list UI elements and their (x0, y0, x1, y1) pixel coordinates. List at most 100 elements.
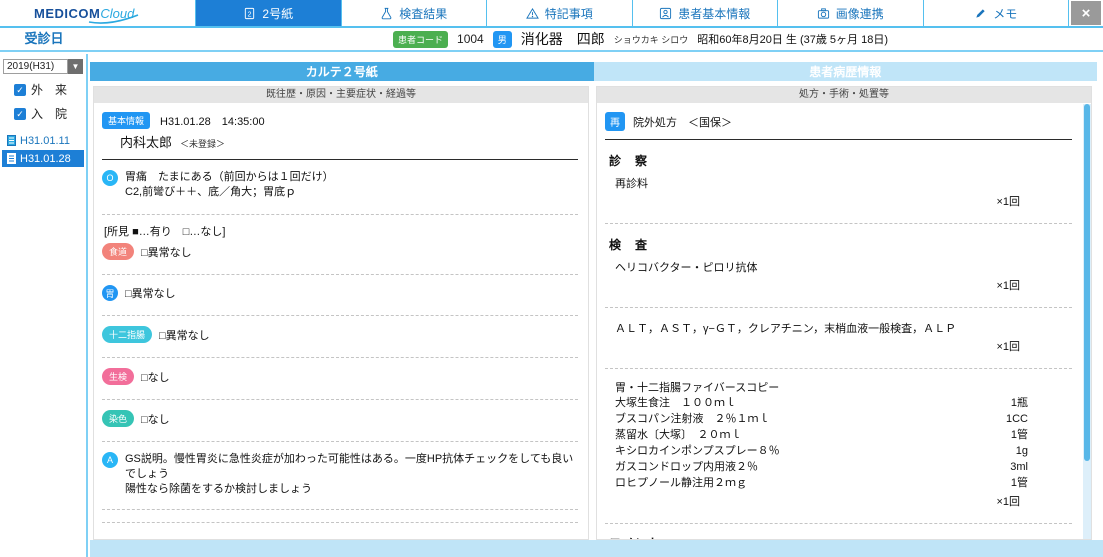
visit-date-sidebar: 2019(H31) ▼ ✓ 外 来 ✓ 入 院 H31.01.11 H31.01… (0, 54, 88, 557)
objective-line2: C2,前彎び＋＋、底／角大；胃底ｐ (125, 186, 297, 198)
finding-text: □異常なし (159, 329, 210, 342)
basic-info-entry: 基本情報 H31.01.28 14:35:00 内科太郎 ＜未登録＞ (102, 112, 578, 151)
exam-item: 再診料 (615, 178, 648, 190)
entry-datetime: H31.01.28 14:35:00 (160, 115, 265, 128)
stomach-badge: 胃 (102, 285, 118, 301)
right-column-header: 処方・手術・処置等 (597, 87, 1091, 103)
tab-label: 2号紙 (262, 6, 294, 21)
patient-birthdate: 昭和60年8月20日 生 (37歳 5ヶ月 18日) (697, 34, 888, 46)
medication-row: キシロカインポンプスプレー８％ 1g (615, 444, 1072, 459)
finding-text: □異常なし (141, 246, 192, 259)
divider (605, 523, 1072, 524)
logo-swoosh (88, 14, 139, 24)
times-count: ×1回 (996, 496, 1020, 508)
medication-qty: 3ml (1010, 461, 1028, 473)
outpatient-label: 外 来 (31, 83, 68, 97)
vertical-scrollbar[interactable] (1083, 104, 1091, 539)
objective-badge: O (102, 170, 118, 186)
date-label: H31.01.11 (20, 134, 70, 147)
medication-name: 蒸留水〔大塚〕 ２０ｍｌ (615, 429, 742, 441)
divider (102, 522, 578, 523)
finding-row-duodenum: 十二指腸 □異常なし (102, 326, 578, 343)
history-symptoms-panel: 既往歴・原因・主要症状・経過等 基本情報 H31.01.28 14:35:00 … (93, 86, 589, 540)
tab-patient-history[interactable]: 患者病歴情報 (593, 62, 1097, 81)
divider (605, 223, 1072, 224)
inpatient-label: 入 院 (31, 107, 68, 121)
basic-info-badge: 基本情報 (102, 112, 151, 129)
tab-memo[interactable]: メモ (923, 0, 1069, 26)
medication-row: ガスコンドロップ内用液２％ 3ml (615, 460, 1072, 475)
tab-test-results[interactable]: 検査結果 (341, 0, 487, 26)
divider (102, 357, 578, 358)
tab-image-link[interactable]: 画像連携 (778, 0, 924, 26)
medication-qty: 1瓶 (1010, 397, 1028, 409)
main-content: カルテ２号紙 患者病歴情報 既往歴・原因・主要症状・経過等 基本情報 H31.0… (90, 54, 1103, 557)
doctor-note: ＜未登録＞ (180, 139, 226, 149)
warning-icon (525, 7, 539, 19)
esophagus-badge: 食道 (102, 243, 135, 260)
top-navigation: MEDICOM Cloud 2 2号紙 検査結果 特記事項 患者基本情報 画像連… (0, 0, 1103, 28)
medication-name: ガスコンドロップ内用液２％ (615, 461, 758, 473)
right-panel-body: 再 院外処方 ＜国保＞ 診 察 再診料 ×1回 検 査 ヘリコバクター・ピロリ抗… (597, 104, 1082, 539)
chart-page-icon (7, 153, 16, 164)
divider (102, 159, 578, 160)
chart-page-icon (7, 135, 16, 146)
finding-text: □異常なし (125, 288, 176, 300)
section-comment: コメント (609, 534, 1072, 539)
duodenum-badge: 十二指腸 (102, 326, 153, 343)
medication-qty: 1管 (1010, 429, 1028, 441)
patient-flag-badge: 男 (492, 30, 512, 48)
scrollbar-thumb[interactable] (1084, 104, 1090, 461)
times-count: ×1回 (996, 196, 1020, 208)
visit-date-list: H31.01.11 H31.01.28 (0, 132, 86, 167)
camera-icon (817, 7, 829, 19)
medication-qty: 1CC (1005, 413, 1028, 425)
medication-row: 蒸留水〔大塚〕 ２０ｍｌ 1管 (615, 428, 1072, 443)
assessment-entry: A GS説明。慢性胃炎に急性炎症が加わった可能性はある。一度HP抗体チェックをし… (102, 452, 578, 497)
divider (102, 315, 578, 316)
doctor-name: 内科太郎 (120, 135, 173, 150)
bottom-strip (90, 540, 1103, 557)
times-count: ×1回 (996, 341, 1020, 353)
revisit-badge: 再 (605, 112, 625, 131)
medication-name: キシロカインポンプスプレー８％ (615, 445, 780, 457)
tab-no2-sheet[interactable]: 2 2号紙 (196, 0, 342, 26)
medication-name: ロヒプノール静注用２ｍｇ (615, 477, 747, 489)
svg-text:2: 2 (248, 11, 252, 18)
chart-panel-tabs: カルテ２号紙 患者病歴情報 (90, 62, 1097, 81)
patient-name: 消化器 四郎 (520, 31, 605, 47)
medicom-cloud-app: MEDICOM Cloud 2 2号紙 検査結果 特記事項 患者基本情報 画像連… (0, 0, 1103, 557)
medication-row: ブスコパン注射液 ２％１ｍｌ 1CC (615, 412, 1072, 427)
stain-badge: 染色 (102, 410, 135, 427)
inpatient-checkbox[interactable]: ✓ 入 院 (14, 105, 86, 122)
tab-special-notes[interactable]: 特記事項 (487, 0, 633, 26)
finding-row-esophagus: 食道 □異常なし (102, 243, 578, 260)
outpatient-checkbox[interactable]: ✓ 外 来 (14, 81, 86, 98)
finding-row-stain: 染色 □なし (102, 410, 578, 427)
patient-code-badge: 患者コード (393, 30, 449, 48)
header-row: 受診日 患者コード 1004 男 消化器 四郎 ショウカキ シロウ 昭和60年8… (0, 28, 1103, 52)
patient-kana: ショウカキ シロウ (613, 34, 689, 45)
divider (102, 441, 578, 442)
date-item[interactable]: H31.01.11 (2, 132, 84, 149)
tab-patient-info[interactable]: 患者基本情報 (632, 0, 778, 26)
date-item-selected[interactable]: H31.01.28 (2, 150, 84, 167)
divider (605, 139, 1072, 140)
assessment-line1: GS説明。慢性胃炎に急性炎症が加わった可能性はある。一度HP抗体チェックをしても… (125, 453, 574, 480)
prescription-procedure-panel: 処方・手術・処置等 再 院外処方 ＜国保＞ 診 察 再診料 ×1回 検 査 ヘリ… (596, 86, 1092, 540)
assessment-badge: A (102, 452, 118, 468)
divider (102, 214, 578, 215)
tab-karte-no2[interactable]: カルテ２号紙 (90, 62, 594, 81)
pencil-icon (976, 8, 985, 18)
close-button[interactable]: × (1071, 1, 1101, 25)
left-column-header: 既往歴・原因・主要症状・経過等 (94, 87, 588, 103)
medication-row: ロヒプノール静注用２ｍｇ 1管 (615, 476, 1072, 491)
assessment-line2: 陽性なら除菌をするか検討しましょう (125, 483, 312, 495)
medicom-cloud-logo: MEDICOM Cloud (0, 0, 196, 26)
medication-name: 大塚生食注 １００ｍｌ (615, 397, 736, 409)
year-dropdown-button[interactable]: ▼ (68, 59, 83, 74)
year-select[interactable]: 2019(H31) (3, 59, 68, 74)
tab-label: メモ (993, 6, 1018, 21)
tab-label: 検査結果 (399, 6, 448, 21)
person-icon (660, 7, 672, 19)
